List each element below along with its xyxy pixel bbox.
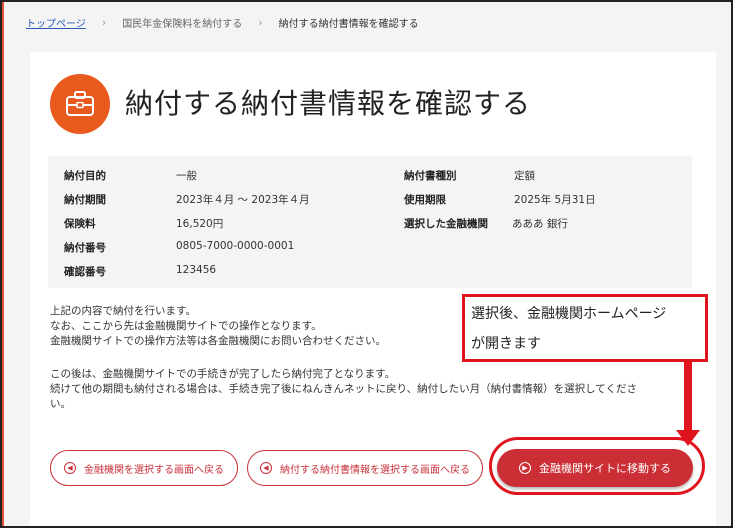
detail-label: 納付目的 xyxy=(64,170,106,182)
notice-line: い。 xyxy=(50,398,71,410)
detail-row-premium: 保険料 16,520円 xyxy=(64,216,384,238)
notice-line: 続けて他の期間も納付される場合は、手続き完了後にねんきんネットに戻り、納付したい… xyxy=(50,383,637,395)
payment-details: 納付目的 一般 納付期間 2023年４月 ～ 2023年４月 保険料 16,52… xyxy=(48,156,692,288)
detail-label: 納付番号 xyxy=(64,242,106,254)
play-circle-icon: ▶ xyxy=(519,462,531,474)
detail-value: 2023年４月 ～ 2023年４月 xyxy=(176,194,310,206)
notice-line: なお、ここから先は金融機関サイトでの操作となります。 xyxy=(50,320,322,332)
annotation-arrow-shaft xyxy=(684,361,692,433)
detail-label: 保険料 xyxy=(64,218,96,230)
back-to-bank-selection-button[interactable]: ◀ 金融機関を選択する画面へ戻る xyxy=(50,450,238,486)
detail-value: 一般 xyxy=(176,170,197,182)
breadcrumb-separator: › xyxy=(101,15,107,29)
notice-line: 金融機関サイトでの操作方法等は各金融機関にお問い合わせください。 xyxy=(50,335,386,347)
button-label: 金融機関サイトに移動する xyxy=(539,462,671,475)
main-card: 納付する納付書情報を確認する 納付目的 一般 納付期間 2023年４月 ～ 20… xyxy=(30,52,716,528)
breadcrumb-middle: 国民年金保険料を納付する xyxy=(122,18,243,30)
annotation-callout: 選択後、金融機関ホームページ が開きます xyxy=(462,294,708,362)
detail-label: 納付期間 xyxy=(64,194,106,206)
detail-label: 選択した金融機関 xyxy=(404,218,488,230)
chevron-left-icon: ◀ xyxy=(64,462,76,474)
detail-row-confirmation-number: 確認番号 123456 xyxy=(64,264,384,286)
annotation-arrow-head-icon xyxy=(676,430,700,446)
notice-line: 上記の内容で納付を行います。 xyxy=(50,305,196,317)
detail-value: 16,520円 xyxy=(176,218,224,230)
detail-value: 123456 xyxy=(176,264,217,276)
detail-value: 2025年 5月31日 xyxy=(514,194,596,206)
callout-line: 選択後、金融機関ホームページ xyxy=(471,306,667,322)
detail-value: 0805-7000-0000-0001 xyxy=(176,240,295,252)
detail-value: あああ 銀行 xyxy=(512,218,568,230)
left-accent-bar xyxy=(0,0,4,528)
button-label: 納付する納付書情報を選択する画面へ戻る xyxy=(280,464,470,476)
back-to-slip-selection-button[interactable]: ◀ 納付する納付書情報を選択する画面へ戻る xyxy=(247,450,483,486)
breadcrumb-home-link[interactable]: トップページ xyxy=(26,15,86,30)
notice-line: この後は、金融機関サイトでの手続きが完了したら納付完了となります。 xyxy=(50,368,396,380)
breadcrumb-separator: › xyxy=(258,15,263,29)
detail-label: 確認番号 xyxy=(64,266,106,278)
chevron-left-icon: ◀ xyxy=(260,462,272,474)
breadcrumb: トップページ › 国民年金保険料を納付する › 納付する納付書情報を確認する xyxy=(26,14,419,30)
detail-label: 納付書種別 xyxy=(404,170,457,182)
breadcrumb-current: 納付する納付書情報を確認する xyxy=(278,18,419,30)
detail-row-payment-number: 納付番号 0805-7000-0000-0001 xyxy=(64,240,384,262)
page-title: 納付する納付書情報を確認する xyxy=(125,87,532,120)
callout-line: が開きます xyxy=(471,336,541,352)
briefcase-icon xyxy=(50,74,110,134)
go-to-bank-site-button[interactable]: ▶ 金融機関サイトに移動する xyxy=(497,449,693,487)
detail-row-selected-bank: 選択した金融機関 あああ 銀行 xyxy=(404,216,684,238)
detail-row-period: 納付期間 2023年４月 ～ 2023年４月 xyxy=(64,192,384,214)
detail-value: 定額 xyxy=(514,170,535,182)
detail-row-slip-type: 納付書種別 定額 xyxy=(404,168,684,190)
detail-label: 使用期限 xyxy=(404,194,446,206)
detail-row-expiry: 使用期限 2025年 5月31日 xyxy=(404,192,684,214)
detail-row-purpose: 納付目的 一般 xyxy=(64,168,384,190)
button-label: 金融機関を選択する画面へ戻る xyxy=(84,464,224,476)
